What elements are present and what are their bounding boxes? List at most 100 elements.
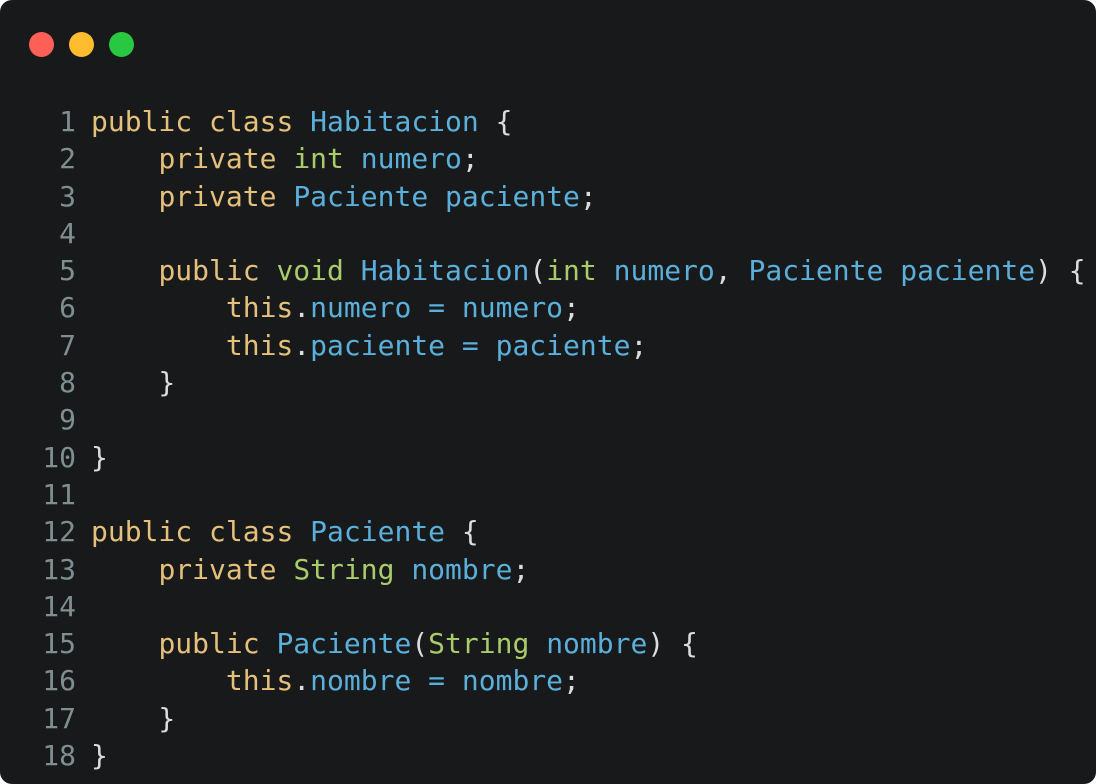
minimize-button[interactable] <box>69 32 94 57</box>
line-source: this.nombre = nombre; <box>91 662 580 699</box>
code-token: this <box>225 328 294 362</box>
code-token: numero <box>461 291 564 325</box>
code-token: = <box>428 664 446 698</box>
line-number: 3 <box>59 179 76 213</box>
code-token: nombre <box>546 627 648 661</box>
code-token: this <box>225 291 294 325</box>
line-number: 18 <box>42 739 76 773</box>
code-line: 16 this.nombre = nombre; <box>0 662 1086 699</box>
code-token: ; <box>563 664 580 698</box>
close-button[interactable] <box>29 32 54 57</box>
code-token: private <box>158 552 277 586</box>
line-number: 10 <box>42 440 76 474</box>
code-token: nombre <box>310 664 412 698</box>
line-source: public class Habitacion { <box>91 103 512 140</box>
code-token: } <box>91 739 108 773</box>
code-token: numero <box>360 142 462 176</box>
code-line: 3 private Paciente paciente; <box>0 178 1086 215</box>
line-number: 12 <box>42 515 76 549</box>
code-token: ; <box>461 142 479 176</box>
line-source: this.paciente = paciente; <box>91 327 647 364</box>
code-token: private <box>158 142 277 176</box>
line-source: public void Habitacion(int numero, Pacie… <box>91 252 1086 289</box>
code-token: paciente <box>495 328 631 362</box>
code-token: numero <box>310 291 412 325</box>
line-number: 1 <box>59 105 76 138</box>
code-line: 5 public void Habitacion(int numero, Pac… <box>0 252 1086 289</box>
line-number: 13 <box>42 552 76 586</box>
code-line: 4 <box>0 215 1086 252</box>
code-token: Paciente <box>276 627 412 661</box>
code-line: 12 public class Paciente { <box>0 513 1086 550</box>
code-token: nombre <box>411 552 513 586</box>
line-number: 16 <box>42 664 76 698</box>
code-token: private <box>158 179 277 213</box>
code-token: Paciente <box>748 254 884 288</box>
code-token: paciente <box>310 328 446 362</box>
code-token: ; <box>579 179 597 213</box>
code-line: 1 public class Habitacion { <box>0 103 1086 140</box>
code-token: Paciente <box>310 515 446 549</box>
code-token: paciente <box>900 254 1036 288</box>
line-source: public class Paciente { <box>91 513 479 550</box>
code-line: 17 } <box>0 700 1086 737</box>
line-source: private Paciente paciente; <box>91 178 597 215</box>
code-token: ; <box>563 291 580 325</box>
code-token: , <box>714 254 749 288</box>
line-number: 5 <box>59 254 76 288</box>
code-token: = <box>428 291 446 325</box>
line-number: 2 <box>59 142 76 176</box>
code-token: { <box>445 515 479 549</box>
line-number: 6 <box>59 291 76 325</box>
code-line: 13 private String nombre; <box>0 551 1086 588</box>
line-number: 4 <box>59 216 76 250</box>
line-source: } <box>91 737 108 774</box>
code-token: Paciente <box>293 179 429 213</box>
line-number: 11 <box>42 477 76 511</box>
code-line: 8 } <box>0 364 1086 401</box>
code-token: = <box>461 328 479 362</box>
code-token: } <box>91 366 176 400</box>
line-source: this.numero = numero; <box>91 289 580 326</box>
code-block: 1 public class Habitacion {2 private int … <box>0 103 1086 774</box>
code-line: 6 this.numero = numero; <box>0 289 1086 326</box>
code-token: } <box>91 440 108 474</box>
code-token: class <box>209 515 294 549</box>
code-line: 10} <box>0 439 1086 476</box>
code-token: } <box>91 701 176 735</box>
code-token: paciente <box>445 179 580 213</box>
code-token: Habitacion <box>360 254 530 288</box>
code-token: void <box>276 254 344 288</box>
code-token: ( <box>411 627 429 661</box>
line-source: public Paciente(String nombre) { <box>91 625 697 662</box>
line-number: 15 <box>42 627 76 661</box>
code-token: ) { <box>1035 254 1086 288</box>
code-token: { <box>478 105 513 138</box>
code-token: . <box>293 664 311 698</box>
code-token: public <box>158 627 260 661</box>
maximize-button[interactable] <box>109 32 134 57</box>
